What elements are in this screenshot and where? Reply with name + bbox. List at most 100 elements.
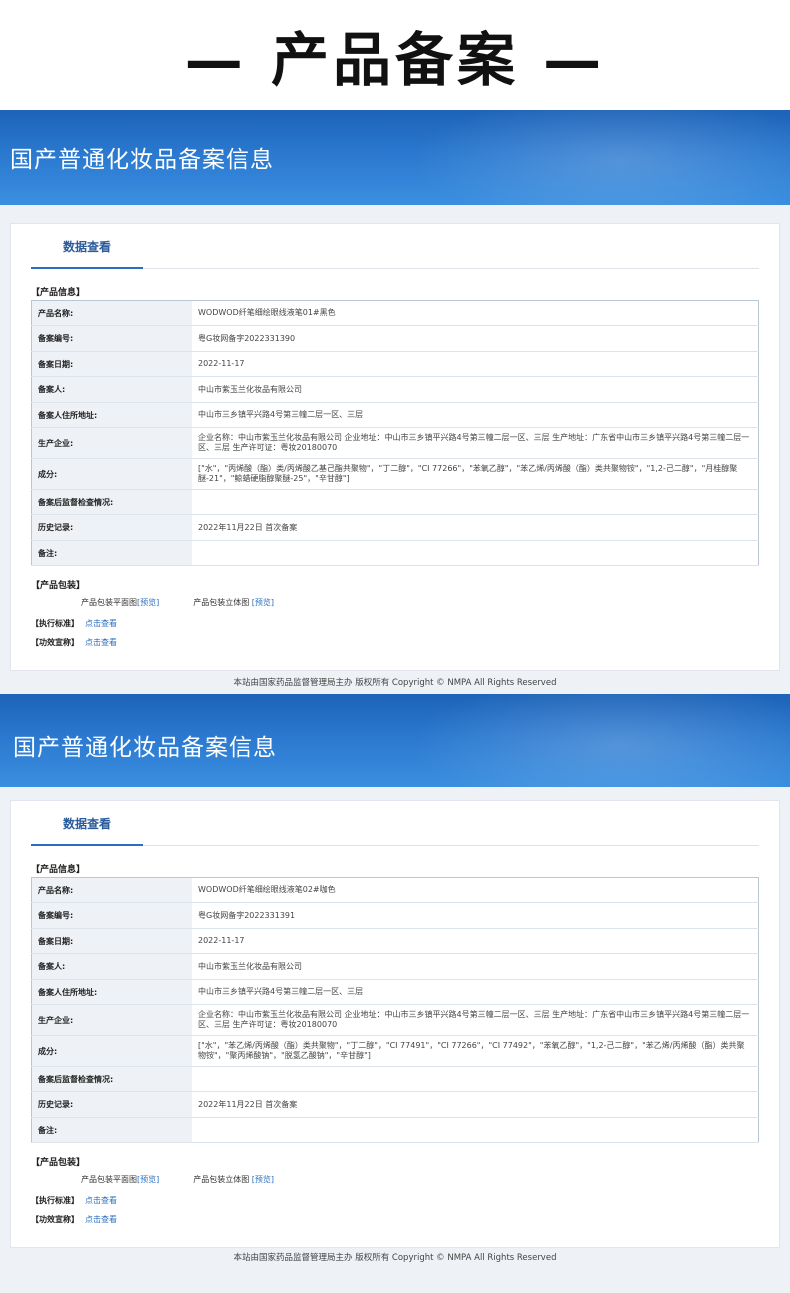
field-value (192, 1117, 759, 1143)
table-row: 备案日期: 2022-11-17 (31, 351, 759, 377)
package-3d-item: 产品包装立体图 [预览] (193, 1174, 274, 1185)
field-value (192, 1066, 759, 1092)
field-value: 2022年11月22日 首次备案 (192, 1091, 759, 1118)
field-label: 成分: (31, 1035, 192, 1067)
field-label: 备案人: (31, 953, 192, 980)
field-label: 生产企业: (31, 1004, 192, 1036)
table-row: 产品名称: WODWOD纤笔细绘眼线液笔02#咖色 (31, 877, 759, 903)
package-flat-label: 产品包装平面图 (81, 1175, 137, 1184)
package-flat-label: 产品包装平面图 (81, 598, 137, 607)
table-row: 备注: (31, 1117, 759, 1143)
field-value: 中山市三乡镇平兴路4号第三幢二层一区、三层 (192, 979, 759, 1005)
field-value: 粤G妆网备字2022331391 (192, 902, 759, 929)
record-section-1: 国产普通化妆品备案信息 数据查看 【产品信息】 产品名称: WODWOD纤笔细绘眼… (0, 110, 790, 694)
field-label: 备案日期: (31, 351, 192, 377)
product-info-label: 【产品信息】 (31, 865, 86, 875)
table-row: 成分: ["水"，"苯乙烯/丙烯酸（酯）类共聚物"，"丁二醇"，"CI 77491… (31, 1035, 759, 1067)
tab-data-view[interactable]: 数据查看 (31, 225, 143, 269)
banner-title: 国产普通化妆品备案信息 (13, 735, 277, 761)
standard-row: 【执行标准】 点击查看 (31, 618, 759, 629)
table-row: 备案日期: 2022-11-17 (31, 928, 759, 954)
field-value: 粤G妆网备字2022331390 (192, 325, 759, 352)
field-value: WODWOD纤笔细绘眼线液笔02#咖色 (192, 877, 759, 903)
field-label: 备案人: (31, 376, 192, 403)
field-value (192, 489, 759, 515)
table-row: 备注: (31, 540, 759, 566)
field-label: 成分: (31, 458, 192, 490)
field-label: 备注: (31, 540, 192, 566)
page-title: — 产品备案 — (184, 26, 606, 94)
preview-link[interactable]: [预览] (252, 598, 274, 607)
table-row: 产品名称: WODWOD纤笔细绘眼线液笔01#黑色 (31, 300, 759, 326)
field-value: 2022-11-17 (192, 928, 759, 954)
product-info-table: 产品名称: WODWOD纤笔细绘眼线液笔01#黑色 备案编号: 粤G妆网备字2022… (31, 300, 759, 566)
field-label: 产品名称: (31, 877, 192, 903)
field-label: 备注: (31, 1117, 192, 1143)
field-label: 备案后监督检查情况: (31, 489, 192, 515)
standard-label: 【执行标准】 (31, 1196, 79, 1205)
field-label: 备案编号: (31, 902, 192, 929)
field-value: 企业名称：中山市紫玉兰化妆品有限公司 企业地址：中山市三乡镇平兴路4号第三幢二层… (192, 427, 759, 459)
product-info-label: 【产品信息】 (31, 288, 86, 298)
efficacy-view-link[interactable]: 点击查看 (85, 1215, 117, 1224)
field-label: 历史记录: (31, 514, 192, 541)
efficacy-view-link[interactable]: 点击查看 (85, 638, 117, 647)
field-label: 备案人住所地址: (31, 979, 192, 1005)
package-row: 产品包装平面图[预览] 产品包装立体图 [预览] (81, 1174, 779, 1185)
table-row: 备案人住所地址: 中山市三乡镇平兴路4号第三幢二层一区、三层 (31, 979, 759, 1005)
record-section-2: 国产普通化妆品备案信息 数据查看 【产品信息】 产品名称: WODWOD纤笔细绘眼… (0, 694, 790, 1293)
field-value: ["水"，"苯乙烯/丙烯酸（酯）类共聚物"，"丁二醇"，"CI 77491"，"… (192, 1035, 759, 1067)
field-value: 中山市紫玉兰化妆品有限公司 (192, 953, 759, 980)
tab-data-view[interactable]: 数据查看 (31, 802, 143, 846)
table-row: 历史记录: 2022年11月22日 首次备案 (31, 1091, 759, 1118)
footer-text: 本站由国家药品监督管理局主办 版权所有 Copyright © NMPA All… (233, 1253, 557, 1263)
product-package-label: 【产品包装】 (31, 581, 86, 591)
table-row: 备案后监督检查情况: (31, 489, 759, 515)
footer-text: 本站由国家药品监督管理局主办 版权所有 Copyright © NMPA All… (233, 678, 557, 688)
package-3d-label: 产品包装立体图 (193, 598, 250, 607)
field-value: 2022-11-17 (192, 351, 759, 377)
package-row: 产品包装平面图[预览] 产品包装立体图 [预览] (81, 597, 779, 608)
table-row: 历史记录: 2022年11月22日 首次备案 (31, 514, 759, 541)
preview-link[interactable]: [预览] (252, 1175, 274, 1184)
efficacy-label: 【功效宣称】 (31, 1215, 79, 1224)
field-value: 中山市三乡镇平兴路4号第三幢二层一区、三层 (192, 402, 759, 428)
tab-bar: 数据查看 (31, 801, 759, 846)
package-flat-item: 产品包装平面图[预览] (81, 597, 159, 608)
field-label: 生产企业: (31, 427, 192, 459)
banner: 国产普通化妆品备案信息 (0, 110, 790, 205)
standard-label: 【执行标准】 (31, 619, 79, 628)
field-label: 产品名称: (31, 300, 192, 326)
table-row: 备案人: 中山市紫玉兰化妆品有限公司 (31, 953, 759, 980)
efficacy-row: 【功效宣称】 点击查看 (31, 637, 759, 648)
product-package-label: 【产品包装】 (31, 1158, 86, 1168)
field-value: 中山市紫玉兰化妆品有限公司 (192, 376, 759, 403)
banner: 国产普通化妆品备案信息 (0, 694, 790, 787)
field-value: 企业名称：中山市紫玉兰化妆品有限公司 企业地址：中山市三乡镇平兴路4号第三幢二层… (192, 1004, 759, 1036)
field-value: ["水"，"丙烯酸（酯）类/丙烯酸乙基己酯共聚物"，"丁二醇"，"CI 7726… (192, 458, 759, 490)
standard-row: 【执行标准】 点击查看 (31, 1195, 759, 1206)
tab-bar: 数据查看 (31, 224, 759, 269)
table-row: 备案人: 中山市紫玉兰化妆品有限公司 (31, 376, 759, 403)
field-label: 备案后监督检查情况: (31, 1066, 192, 1092)
efficacy-row: 【功效宣称】 点击查看 (31, 1214, 759, 1225)
preview-link[interactable]: [预览] (137, 598, 159, 607)
efficacy-label: 【功效宣称】 (31, 638, 79, 647)
package-3d-item: 产品包装立体图 [预览] (193, 597, 274, 608)
table-row: 生产企业: 企业名称：中山市紫玉兰化妆品有限公司 企业地址：中山市三乡镇平兴路4号… (31, 427, 759, 459)
table-row: 备案人住所地址: 中山市三乡镇平兴路4号第三幢二层一区、三层 (31, 402, 759, 428)
standard-view-link[interactable]: 点击查看 (85, 1196, 117, 1205)
preview-link[interactable]: [预览] (137, 1175, 159, 1184)
field-value: 2022年11月22日 首次备案 (192, 514, 759, 541)
field-label: 备案日期: (31, 928, 192, 954)
table-row: 生产企业: 企业名称：中山市紫玉兰化妆品有限公司 企业地址：中山市三乡镇平兴路4号… (31, 1004, 759, 1036)
table-row: 备案编号: 粤G妆网备字2022331391 (31, 902, 759, 929)
field-value (192, 540, 759, 566)
field-label: 备案编号: (31, 325, 192, 352)
package-3d-label: 产品包装立体图 (193, 1175, 250, 1184)
field-value: WODWOD纤笔细绘眼线液笔01#黑色 (192, 300, 759, 326)
banner-title: 国产普通化妆品备案信息 (10, 147, 274, 173)
record-card: 数据查看 【产品信息】 产品名称: WODWOD纤笔细绘眼线液笔01#黑色 备案编… (10, 223, 780, 671)
field-label: 备案人住所地址: (31, 402, 192, 428)
standard-view-link[interactable]: 点击查看 (85, 619, 117, 628)
